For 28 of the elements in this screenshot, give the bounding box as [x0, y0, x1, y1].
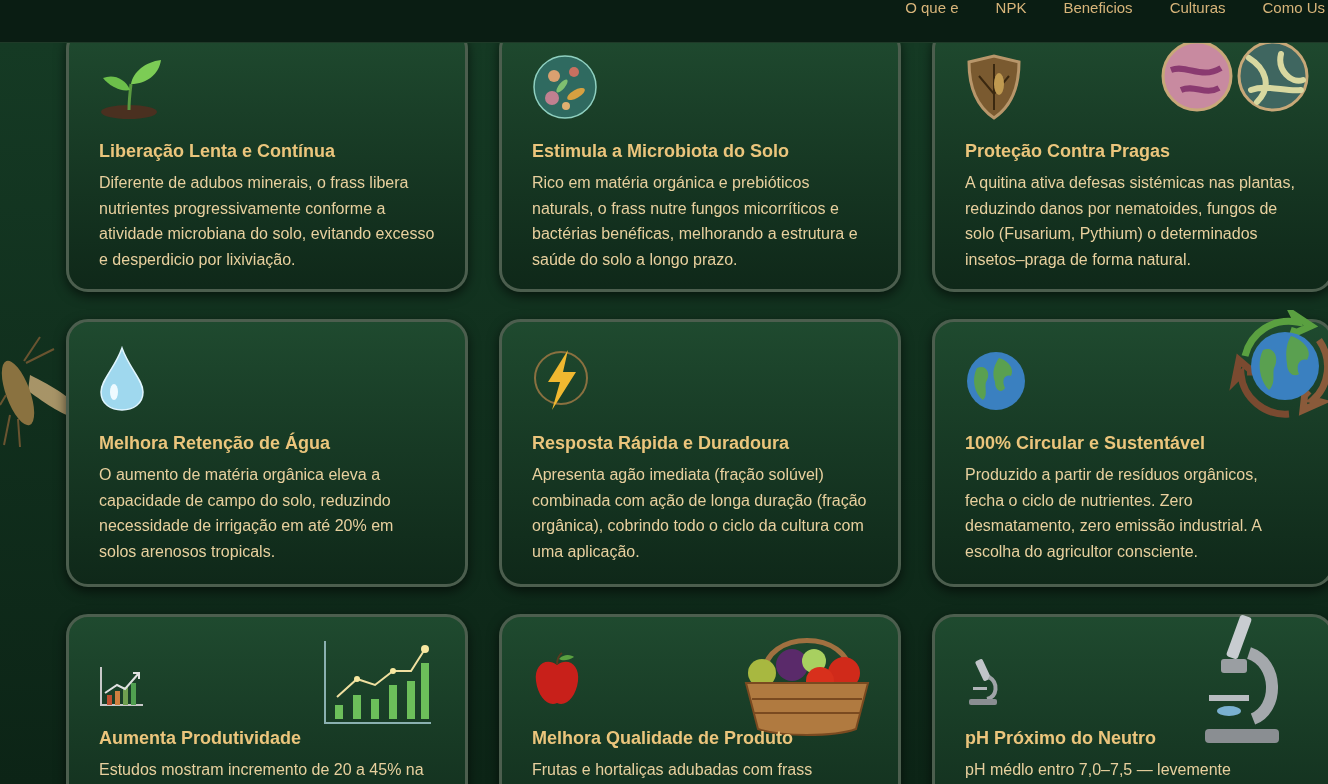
- card-title: pH Próximo do Neutro: [965, 727, 1157, 749]
- card-description: Produzido a partir de resíduos orgânicos, fecha o ciclo de nutrientes. Zero desmatamento, zero emissão industrial. A escolha do agricultor consciente.: [965, 465, 1263, 562]
- card-description: Apresenta agão imediata (fração solúvel) combinada com ação de longa duração (fração orgânica), cobrindo todo o ciclo da cultura com uma aplicação.: [532, 465, 868, 562]
- card-title: Melhora Retenção de Água: [99, 432, 332, 454]
- globe-icon: [965, 350, 1027, 412]
- card-description: Rico em matéria orgánica e prebióticos naturals, o frass nutre fungos micorríticos e bactérias benéficas, melhorando a estrutura e saúde do solo a longo prazo.: [532, 173, 859, 270]
- card-title: Melhora Qualidade de Produto: [532, 727, 795, 749]
- card-description: Diferente de adubos minerais, o frass libera nutrientes progressivamente conforme a atividade microbiana do solo, evitando excesso e desperdicio por lixiviação.: [99, 173, 435, 270]
- microbe-sphere-icon: [532, 54, 598, 120]
- card-title: Proteção Contra Pragas: [965, 140, 1172, 162]
- nav-link[interactable]: Como Us: [1262, 0, 1325, 16]
- card-description: A quitina ativa defesas sistémicas nas plantas, reduzindo danos por nematoides, fungos de solo (Fusarium, Pythium) o determinados insetos–praga de forma natural.: [965, 173, 1296, 270]
- card-title: Resposta Rápida e Duradoura: [532, 432, 791, 454]
- card-title: Liberação Lenta e Contínua: [99, 140, 337, 162]
- card-title: 100% Circular e Sustentável: [965, 432, 1207, 454]
- bar-chart-icon: [99, 665, 145, 707]
- nav-link[interactable]: O que e: [905, 0, 959, 16]
- card-title: Estimula a Microbiota do Solo: [532, 140, 791, 162]
- nav-link[interactable]: Culturas: [1169, 0, 1226, 16]
- card-title: Aumenta Produtividade: [99, 727, 303, 749]
- nav-link[interactable]: Beneficios: [1063, 0, 1133, 16]
- nav-link[interactable]: NPK: [995, 0, 1027, 16]
- card-description: Frutas e hortaliças adubadas com frass: [532, 760, 814, 780]
- card-description: pH médlo entro 7,0–7,5 — levemente: [965, 760, 1232, 780]
- card-description: Estudos mostram incremento de 20 a 45% na: [99, 760, 425, 780]
- water-drop-icon: [99, 346, 145, 412]
- shield-icon: [965, 54, 1023, 120]
- card-description: O aumento de matéria orgânica eleva a capacidade de campo do solo, reduzindo necessidade de irrigação em até 20% em solos arenosos tropicals.: [99, 465, 395, 562]
